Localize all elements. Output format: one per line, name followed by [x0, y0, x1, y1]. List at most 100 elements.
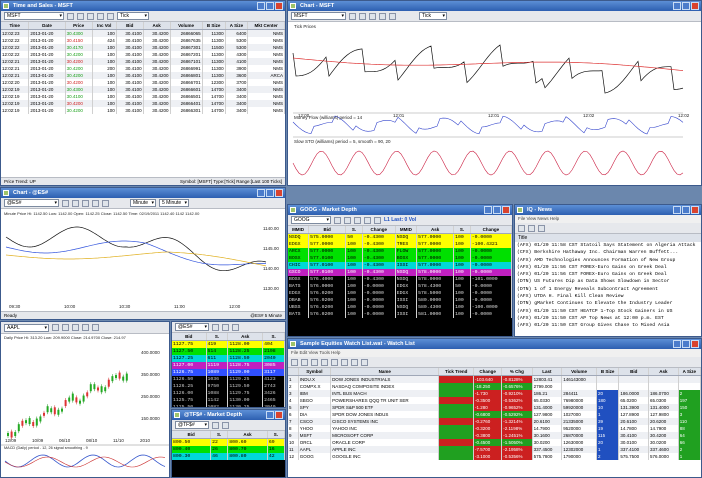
settings-icon[interactable]	[222, 421, 229, 429]
column-header[interactable]: MMID	[288, 226, 310, 234]
print-icon[interactable]	[528, 224, 535, 232]
filter-icon[interactable]	[538, 224, 545, 232]
depth-row[interactable]: 800.50 22 800.60 69	[172, 438, 285, 446]
news-headline[interactable]: (AFX) 01/20 11:56 CST FOREX-Euro Gains o…	[515, 264, 701, 271]
column-header[interactable]: Inc Vol	[92, 22, 117, 30]
symbol-input[interactable]: @ES#	[4, 199, 59, 207]
binoculars-icon[interactable]	[351, 358, 358, 366]
table-row[interactable]: 12 GOOG GOOGLE INC -3.1000 -0.5356% 575.7800 1…	[288, 453, 701, 460]
msft-chart-canvas[interactable]	[288, 23, 701, 186]
table-row[interactable]: 9 MSFT MICROSOFT CORP -0.3800 -1.2451% 30.160…	[288, 432, 701, 439]
depth-row[interactable]: 800.30 46 800.80 42	[172, 453, 285, 460]
edit-icon[interactable]	[72, 199, 79, 207]
binoculars-icon[interactable]	[212, 323, 219, 331]
depth-row[interactable]: BATS 576.0000 100 -0.0000 EDGX 578.4300 50 -0.0…	[288, 283, 512, 290]
news-headline[interactable]: (AFX) 01/20 11:50 CST HEATCP 1-Top Stock…	[515, 308, 701, 315]
depth-row[interactable]: BATS 576.0200 100 -0.0000 ISSI 581.0000 100 -0.…	[288, 311, 512, 318]
column-header[interactable]: Name	[330, 368, 440, 376]
table-row[interactable]: 12:02:23 2013-01-20 30.4300 100 30.4100 30.42…	[1, 29, 285, 37]
column-header[interactable]: Tick Trend	[438, 368, 475, 376]
news-headline[interactable]: (DTN) 1 of 1 Energy Reveals Subcontract …	[515, 286, 701, 293]
depth-row[interactable]: 1127.00 1119 1128.75 3085	[172, 362, 285, 369]
table-row[interactable]: 3 IBM INTL BUS MACH -1.730 -0.9210% 186.21 284…	[288, 390, 701, 397]
depth-row[interactable]: 1126.00 1088 1129.75 3426	[172, 390, 285, 397]
column-header[interactable]: Ask	[416, 226, 455, 234]
depth-row[interactable]: 1125.75 1142 1130.00 2465	[172, 397, 285, 404]
table-row[interactable]: 7 CSCO CISCO SYSTEMS INC -0.2760 -1.3214% 20.…	[288, 418, 701, 425]
settings-icon[interactable]	[72, 324, 79, 331]
news-titlebar[interactable]: IQ - News	[515, 205, 701, 215]
binoculars-icon[interactable]	[334, 216, 341, 224]
column-header[interactable]	[288, 368, 299, 376]
chart-es-titlebar[interactable]: Chart - @ES#	[1, 188, 285, 198]
table-row[interactable]: 12:02:19 2013-01-20 30.4200 100 30.4100 30.42…	[1, 100, 285, 107]
news-headline[interactable]: (DTN) US Futures Dip as Data Shows Slowd…	[515, 278, 701, 285]
close-icon[interactable]	[275, 2, 283, 10]
column-header[interactable]: Symbol	[298, 368, 332, 376]
symbol-input[interactable]: MSFT	[291, 12, 346, 20]
news-headline[interactable]: (DTN) gMarket Continues to Elevate the I…	[515, 300, 701, 307]
table-row[interactable]: 1 INDU.X DOW JONES INDUSTRIALS -103.640 -0.8…	[288, 375, 701, 383]
table-row[interactable]: 12:02:22 2013-01-20 30.4170 100 30.4100 30.42…	[1, 44, 285, 51]
table-row[interactable]: 4 SBGO POWERSHARES QQQ TR UNIT SER -0.3500-…	[288, 397, 701, 404]
news-headline[interactable]: (AFX) 01/20 11:56 CST FOREX-Euro Gains o…	[515, 271, 701, 278]
edit-icon[interactable]	[222, 323, 229, 331]
news-headline[interactable]: (AFX) AMD Technologies Announces Formati…	[515, 257, 701, 264]
table-row[interactable]: 12:02:20 2013-01-20 30.4200 100 30.4100 30.42…	[1, 79, 285, 86]
maximize-icon[interactable]	[682, 2, 690, 10]
symbol-input[interactable]: AAPL	[4, 323, 49, 332]
depth-row[interactable]: 1125.50 1082 1130.25 3040	[172, 404, 285, 407]
edit-icon[interactable]	[344, 216, 351, 224]
depth-row[interactable]: 1126.50 1036 1129.25 4123	[172, 376, 285, 383]
close-icon[interactable]	[691, 2, 699, 10]
column-header[interactable]: S.	[453, 226, 471, 234]
settings-icon[interactable]	[232, 323, 239, 331]
copy-icon[interactable]	[331, 358, 338, 366]
column-header[interactable]: Change	[470, 226, 512, 234]
maximize-icon[interactable]	[493, 206, 501, 214]
depth-row[interactable]: 1127.75 419 1128.00 404	[172, 340, 285, 348]
binoculars-icon[interactable]	[67, 12, 74, 20]
settings-icon[interactable]	[369, 12, 376, 20]
column-header[interactable]: Date	[28, 22, 66, 30]
column-header[interactable]: MMID	[395, 226, 418, 234]
binoculars-icon[interactable]	[212, 421, 219, 429]
chart-icon[interactable]	[361, 358, 368, 366]
cut-icon[interactable]	[321, 358, 328, 366]
minimize-icon[interactable]	[673, 340, 681, 348]
table-row[interactable]: 6 DIA SPDR DOW JONES INDUS -0.6800 -0.5292% 1…	[288, 411, 701, 418]
time-and-sales-titlebar[interactable]: Time and Sales - MSFT	[1, 1, 285, 11]
minimize-icon[interactable]	[257, 189, 265, 197]
depth-row[interactable]: 1127.50 514 1128.25 2198	[172, 348, 285, 355]
maximize-icon[interactable]	[266, 189, 274, 197]
news-headline[interactable]: (AFX) 01/20 11:50 CST Group Gives Chase …	[515, 322, 701, 329]
refresh-icon[interactable]	[518, 224, 525, 232]
zoom-in-icon[interactable]	[379, 12, 386, 20]
depth-goog-titlebar[interactable]: GOOG - Market Depth	[288, 205, 512, 215]
depth-row[interactable]: NSDQ 575.0000 50 -0.4300 NSDQ 577.0000 100 -0.0…	[288, 233, 512, 241]
minimize-icon[interactable]	[266, 411, 274, 419]
binoculars-icon[interactable]	[52, 324, 59, 331]
table-row[interactable]: 10 ORCL ORACLE CORP -0.4500 -1.5050% 30.0200 1…	[288, 439, 701, 446]
table-row[interactable]: 11 AAPL APPLE INC -7.5700 -2.1958% 337.4500 12…	[288, 446, 701, 453]
column-header[interactable]: Change	[473, 368, 503, 376]
column-header[interactable]: Mkt Center	[247, 22, 285, 30]
table-row[interactable]: 12:02:21 2013-01-20 30.4200 100 30.4100 30.42…	[1, 72, 285, 79]
news-headline[interactable]: (AFX) UTDA H. Final Kill Clean Review	[515, 293, 701, 300]
close-icon[interactable]	[691, 340, 699, 348]
minimize-icon[interactable]	[673, 2, 681, 10]
column-header[interactable]: Ask	[143, 22, 171, 30]
depth-row[interactable]: UBSS 576.0200 100 -0.0000 NSDQ 580.4300 100 -10…	[288, 304, 512, 311]
zoom-out-icon[interactable]	[102, 199, 109, 207]
save-icon[interactable]	[311, 358, 318, 366]
symbol-input[interactable]: GOOG	[291, 216, 331, 224]
symbol-input[interactable]: MSFT	[4, 12, 64, 20]
edit-icon[interactable]	[359, 12, 366, 20]
open-icon[interactable]	[301, 358, 308, 366]
table-row[interactable]: 8 YHOO YAHOO INC -0.3200 -2.1198% 14.7900 9520…	[288, 425, 701, 432]
close-icon[interactable]	[275, 189, 283, 197]
column-header[interactable]: B Size	[596, 368, 620, 376]
interval-select[interactable]: Minute	[130, 199, 156, 207]
depth-row[interactable]: 1126.25 9750 1129.50 2743	[172, 383, 285, 390]
settings-icon[interactable]	[82, 199, 89, 207]
